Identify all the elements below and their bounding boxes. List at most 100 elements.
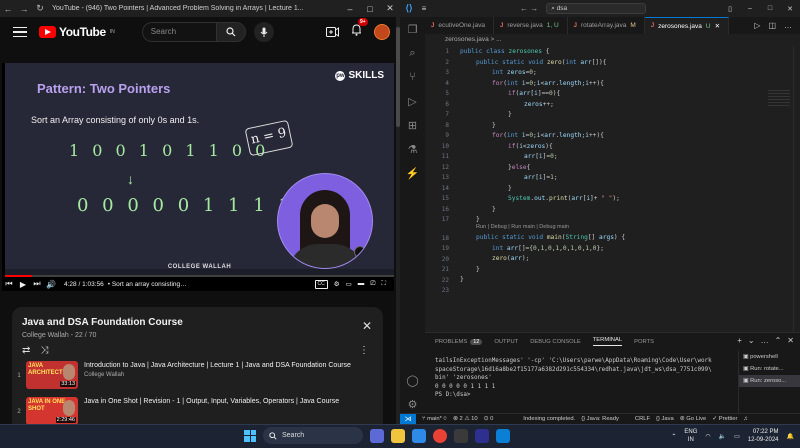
cast-icon[interactable]: ⎚ <box>370 280 375 289</box>
tab-reverse[interactable]: Jreverse.java 1, U <box>494 17 568 34</box>
video-player[interactable]: Pattern: Two Pointers pw SKILLS Sort an A… <box>2 63 394 291</box>
more-actions-icon[interactable]: … <box>761 336 769 345</box>
edge-icon[interactable] <box>412 428 426 443</box>
terminal-item[interactable]: ▣ Run: zeroso... <box>739 375 800 387</box>
terminal-item[interactable]: ▣ Run: rotate... <box>739 363 800 375</box>
task-view-icon[interactable] <box>370 428 384 443</box>
maximize-panel-icon[interactable]: ⌃ <box>775 336 782 345</box>
chapter-title[interactable]: • Sort an array consisting of ... <box>108 281 188 288</box>
tab-rotatearray[interactable]: JrotateArray.java M <box>568 17 645 34</box>
problems-status[interactable]: ⊗ 2 ⚠ 10 <box>453 416 478 422</box>
minimize-icon[interactable]: – <box>340 4 360 14</box>
tab-ports[interactable]: PORTS <box>634 339 654 345</box>
youtube-logo[interactable]: YouTube IN <box>39 25 115 39</box>
fullscreen-icon[interactable]: ⛶ <box>381 280 386 289</box>
command-center-search[interactable]: ⌕ dsa <box>546 3 647 14</box>
search-input[interactable]: Search <box>141 22 216 42</box>
close-icon[interactable]: ✕ <box>780 5 800 13</box>
battery-icon[interactable]: ▭ <box>734 433 740 440</box>
shuffle-icon[interactable]: ⤨ <box>40 345 48 356</box>
minimize-icon[interactable]: – <box>740 5 760 12</box>
go-live-icon[interactable]: ⚡ <box>400 161 425 185</box>
account-icon[interactable]: ◯ <box>400 368 425 392</box>
more-actions-icon[interactable]: … <box>784 21 792 30</box>
playlist-item-title[interactable]: Introduction to Java | Java Architecture… <box>84 361 369 370</box>
code-lens[interactable]: Run | Debug | Run main | Debug main <box>476 224 569 230</box>
tab-problems[interactable]: PROBLEMS 12 <box>435 338 483 345</box>
vscode-taskbar-icon[interactable] <box>496 428 510 443</box>
minimap[interactable] <box>768 90 790 106</box>
create-icon[interactable] <box>326 27 339 37</box>
file-explorer-icon[interactable] <box>391 428 405 443</box>
video-thumbnail[interactable]: JAVA ARCHITECTURE 33:13 <box>26 361 78 389</box>
run-debug-icon[interactable]: ▷ <box>400 89 425 113</box>
chevron-down-icon[interactable]: ⌄ <box>748 336 755 345</box>
explorer-icon[interactable]: ❐ <box>400 17 425 41</box>
nav-arrows-icon[interactable]: ← → <box>520 4 538 13</box>
video-thumbnail[interactable]: JAVA IN ONE SHOT 2:29:46 <box>26 397 78 424</box>
eol-status[interactable]: CRLF <box>635 416 650 422</box>
new-terminal-icon[interactable]: + <box>737 336 742 345</box>
search-button[interactable] <box>215 22 246 42</box>
tab-zerosones[interactable]: Jzerosones.java U ✕ <box>644 17 730 34</box>
java-status[interactable]: {} Java: Ready <box>581 416 619 422</box>
settings-icon[interactable]: ⚙ <box>334 280 340 289</box>
tray-chevron-icon[interactable]: ⌃ <box>671 433 676 440</box>
testing-icon[interactable]: ⚗ <box>400 137 425 161</box>
forward-icon[interactable]: → <box>16 4 32 14</box>
voice-search-button[interactable] <box>253 22 274 42</box>
notifications-button[interactable]: 9+ <box>351 18 368 41</box>
play-icon[interactable]: ▶ <box>16 280 30 289</box>
playlist-title[interactable]: Java and DSA Foundation Course <box>22 317 183 328</box>
code-editor[interactable]: 1 2 3 4 5 6 7 8 9 10 11 12 13 14 15 16 17 18 19 20 21 22 23 pu… <box>425 46 800 332</box>
language-indicator[interactable]: ENG IN <box>684 428 697 444</box>
loop-icon[interactable]: ⇄ <box>22 345 30 356</box>
tab-debug-console[interactable]: DEBUG CONSOLE <box>530 339 581 345</box>
avatar[interactable] <box>374 24 390 40</box>
reload-icon[interactable]: ↻ <box>32 3 48 14</box>
search-icon[interactable]: ⌕ <box>400 41 425 65</box>
remote-icon[interactable]: ⋊ <box>400 413 416 424</box>
go-live-status[interactable]: ⊚ Go Live <box>680 416 706 422</box>
windows-start-icon[interactable] <box>244 429 256 442</box>
back-icon[interactable]: ← <box>0 4 16 14</box>
split-editor-icon[interactable]: ◫ <box>768 21 776 30</box>
maximize-icon[interactable]: □ <box>760 5 780 12</box>
breadcrumb[interactable]: zerosones.java > ... <box>425 34 800 46</box>
playlist-item[interactable]: 1 JAVA ARCHITECTURE 33:13 Introduction t… <box>12 361 383 393</box>
taskbar-search[interactable]: Search <box>263 427 363 444</box>
language-status[interactable]: {} Java <box>656 416 674 422</box>
branch-status[interactable]: ⑂ main* ⟳ <box>422 416 447 422</box>
maximize-icon[interactable]: □ <box>360 4 380 14</box>
previous-icon[interactable]: ⏮ <box>2 279 16 289</box>
menu-icon[interactable]: ≡ <box>418 4 430 13</box>
extensions-icon[interactable]: ⊞ <box>400 113 425 137</box>
close-icon[interactable]: ✕ <box>380 3 400 14</box>
volume-icon[interactable]: 🔊 <box>44 280 58 289</box>
captions-icon[interactable]: CC <box>314 279 328 289</box>
editor-scrollbar[interactable] <box>793 46 800 332</box>
tab-output[interactable]: OUTPUT <box>494 339 518 345</box>
close-tab-icon[interactable]: ✕ <box>715 22 720 30</box>
menu-icon[interactable] <box>13 26 27 38</box>
notification-icon[interactable]: 🔔 <box>787 433 794 440</box>
app-icon[interactable] <box>475 428 489 443</box>
chrome-icon[interactable] <box>433 428 447 443</box>
wifi-icon[interactable]: ◠ <box>705 433 710 440</box>
layout-icon[interactable]: ▯ <box>720 5 740 13</box>
source-control-icon[interactable]: ⑂ <box>400 65 425 89</box>
next-icon[interactable]: ⏭ <box>30 279 44 289</box>
close-playlist-icon[interactable]: ✕ <box>362 319 372 333</box>
prettier-status[interactable]: ✓ Prettier <box>712 416 737 422</box>
playlist-item-title[interactable]: Java in One Shot | Revision - 1 | Output… <box>84 397 369 406</box>
store-icon[interactable] <box>454 428 468 443</box>
miniplayer-icon[interactable]: ▭ <box>346 280 352 289</box>
playlist-item[interactable]: 2 JAVA IN ONE SHOT 2:29:46 Java in One S… <box>12 397 383 424</box>
more-options-icon[interactable]: ⋮ <box>359 345 369 356</box>
volume-icon[interactable]: 🔈 <box>719 433 726 440</box>
close-panel-icon[interactable]: ✕ <box>787 336 794 345</box>
tab-terminal[interactable]: TERMINAL <box>592 337 623 346</box>
bell-icon[interactable]: ♫ <box>743 416 747 422</box>
ports-status[interactable]: ⊙ 0 <box>484 416 494 422</box>
terminal-output[interactable]: tailsInExceptionMessages' '-cp' 'C:\User… <box>435 357 735 400</box>
